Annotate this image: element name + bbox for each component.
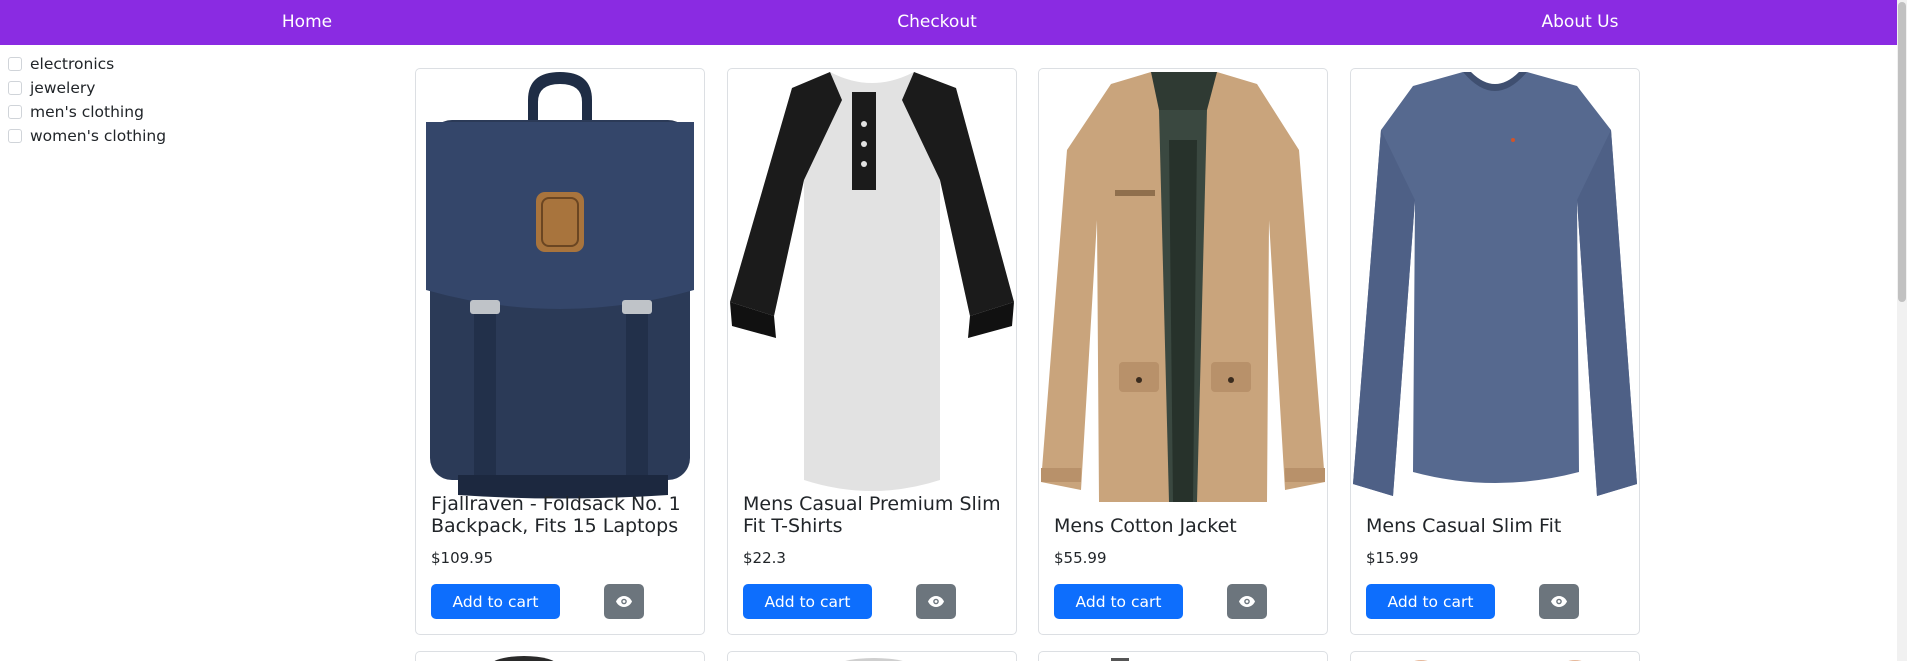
product-card: Mens Cotton Jacket $55.99 Add to cart xyxy=(1038,68,1328,635)
view-product-button[interactable] xyxy=(916,584,956,619)
product-title: Mens Cotton Jacket xyxy=(1054,515,1237,537)
backpack-image xyxy=(418,70,702,502)
view-product-button[interactable] xyxy=(604,584,644,619)
filter-checkbox[interactable] xyxy=(8,105,22,119)
product-card-partial xyxy=(415,651,705,661)
product-title: Mens Casual Premium Slim Fit T-Shirts xyxy=(743,493,1001,537)
eye-icon xyxy=(1551,596,1567,607)
filter-checkbox[interactable] xyxy=(8,129,22,143)
nav-about-link[interactable]: About Us xyxy=(1542,0,1619,45)
add-to-cart-button[interactable]: Add to cart xyxy=(431,584,560,619)
product-image-partial xyxy=(494,656,554,661)
view-product-button[interactable] xyxy=(1227,584,1267,619)
eye-icon xyxy=(928,596,944,607)
filter-womens-clothing[interactable]: women's clothing xyxy=(8,124,248,148)
filter-label: jewelery xyxy=(30,79,96,97)
product-price: $109.95 xyxy=(431,549,494,567)
product-price: $22.3 xyxy=(743,549,786,567)
product-price: $15.99 xyxy=(1366,549,1419,567)
page-scrollbar[interactable] xyxy=(1897,0,1907,661)
nav-home-link[interactable]: Home xyxy=(282,0,332,45)
product-title: Mens Casual Slim Fit xyxy=(1366,515,1562,537)
top-navbar: Home Checkout About Us xyxy=(0,0,1897,45)
filter-electronics[interactable]: electronics xyxy=(8,52,248,76)
nav-checkout-link[interactable]: Checkout xyxy=(897,0,977,45)
add-to-cart-button[interactable]: Add to cart xyxy=(1054,584,1183,619)
eye-icon xyxy=(616,596,632,607)
product-card-partial xyxy=(1038,651,1328,661)
filter-label: electronics xyxy=(30,55,115,73)
product-image-partial xyxy=(845,658,903,661)
scrollbar-thumb[interactable] xyxy=(1898,2,1906,302)
product-title: Fjallraven - Foldsack No. 1 Backpack, Fi… xyxy=(431,493,681,537)
product-card-partial xyxy=(1350,651,1640,661)
product-image-partial xyxy=(1111,658,1129,661)
filter-mens-clothing[interactable]: men's clothing xyxy=(8,100,248,124)
longsleeve-image xyxy=(1353,70,1637,502)
tshirt-image xyxy=(730,70,1014,502)
filter-checkbox[interactable] xyxy=(8,81,22,95)
product-image-partial xyxy=(1414,660,1582,661)
filter-label: women's clothing xyxy=(30,127,167,145)
add-to-cart-button[interactable]: Add to cart xyxy=(1366,584,1495,619)
product-card: Mens Casual Premium Slim Fit T-Shirts $2… xyxy=(727,68,1017,635)
jacket-image xyxy=(1041,70,1325,502)
view-product-button[interactable] xyxy=(1539,584,1579,619)
product-card-partial xyxy=(727,651,1017,661)
filter-checkbox[interactable] xyxy=(8,57,22,71)
product-card: Fjallraven - Foldsack No. 1 Backpack, Fi… xyxy=(415,68,705,635)
category-filter-list: electronics jewelery men's clothing wome… xyxy=(8,52,248,148)
filter-jewelery[interactable]: jewelery xyxy=(8,76,248,100)
product-card: Mens Casual Slim Fit $15.99 Add to cart xyxy=(1350,68,1640,635)
filter-label: men's clothing xyxy=(30,103,144,121)
product-price: $55.99 xyxy=(1054,549,1107,567)
eye-icon xyxy=(1239,596,1255,607)
add-to-cart-button[interactable]: Add to cart xyxy=(743,584,872,619)
